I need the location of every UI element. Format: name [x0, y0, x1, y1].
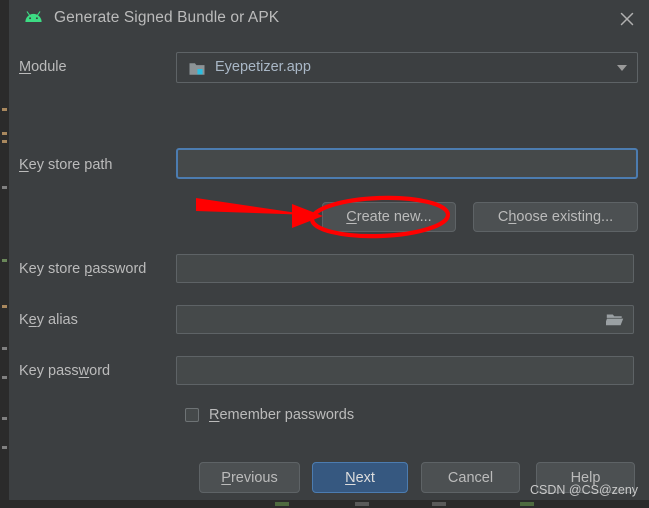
backdrop-code-tick	[2, 132, 7, 135]
folder-module-icon	[189, 61, 206, 76]
backdrop-code-tick	[2, 446, 7, 449]
cancel-button[interactable]: Cancel	[421, 462, 520, 493]
key-store-password-input[interactable]	[176, 254, 634, 283]
folder-open-icon[interactable]	[604, 313, 624, 327]
module-value: Eyepetizer.app	[215, 59, 311, 75]
backdrop-edge-tick	[432, 502, 446, 506]
module-combobox[interactable]: Eyepetizer.app	[176, 52, 638, 83]
key-password-label: Key password	[19, 363, 111, 379]
backdrop-code-tick	[2, 186, 7, 189]
previous-button[interactable]: Previous	[199, 462, 300, 493]
backdrop-code-tick	[2, 305, 7, 308]
key-password-input[interactable]	[176, 356, 634, 385]
backdrop-code-tick	[2, 376, 7, 379]
key-store-path-label: Key store path	[19, 157, 113, 173]
backdrop-edge-tick	[355, 502, 369, 506]
backdrop-edge-tick	[275, 502, 289, 506]
dialog-title: Generate Signed Bundle or APK	[54, 9, 280, 26]
key-alias-label: Key alias	[19, 312, 78, 328]
remember-passwords-checkbox[interactable]: Remember passwords	[185, 407, 354, 423]
android-robot-icon	[24, 11, 43, 26]
choose-existing-button[interactable]: Choose existing...	[473, 202, 638, 232]
watermark-text: CSDN @CS@zeny	[530, 483, 639, 497]
backdrop-code-tick	[2, 259, 7, 262]
module-label: Module	[19, 59, 67, 75]
backdrop-code-tick	[2, 108, 7, 111]
backdrop-code-tick	[2, 347, 7, 350]
checkbox-box-icon[interactable]	[185, 408, 199, 422]
dialog-titlebar: Generate Signed Bundle or APK	[9, 0, 649, 38]
generate-signed-bundle-dialog: Generate Signed Bundle or APK Module Eye…	[9, 0, 649, 500]
chevron-down-icon[interactable]	[617, 65, 627, 71]
next-button[interactable]: Next	[312, 462, 408, 493]
backdrop-code-tick	[2, 140, 7, 143]
close-icon[interactable]	[613, 5, 641, 33]
backdrop-code-tick	[2, 417, 7, 420]
key-store-path-input[interactable]	[176, 148, 638, 179]
create-new-button[interactable]: Create new...	[322, 202, 456, 232]
key-store-password-label: Key store password	[19, 261, 147, 277]
remember-passwords-label: Remember passwords	[209, 407, 355, 423]
backdrop-edge-tick	[520, 502, 534, 506]
key-alias-input[interactable]	[176, 305, 634, 334]
